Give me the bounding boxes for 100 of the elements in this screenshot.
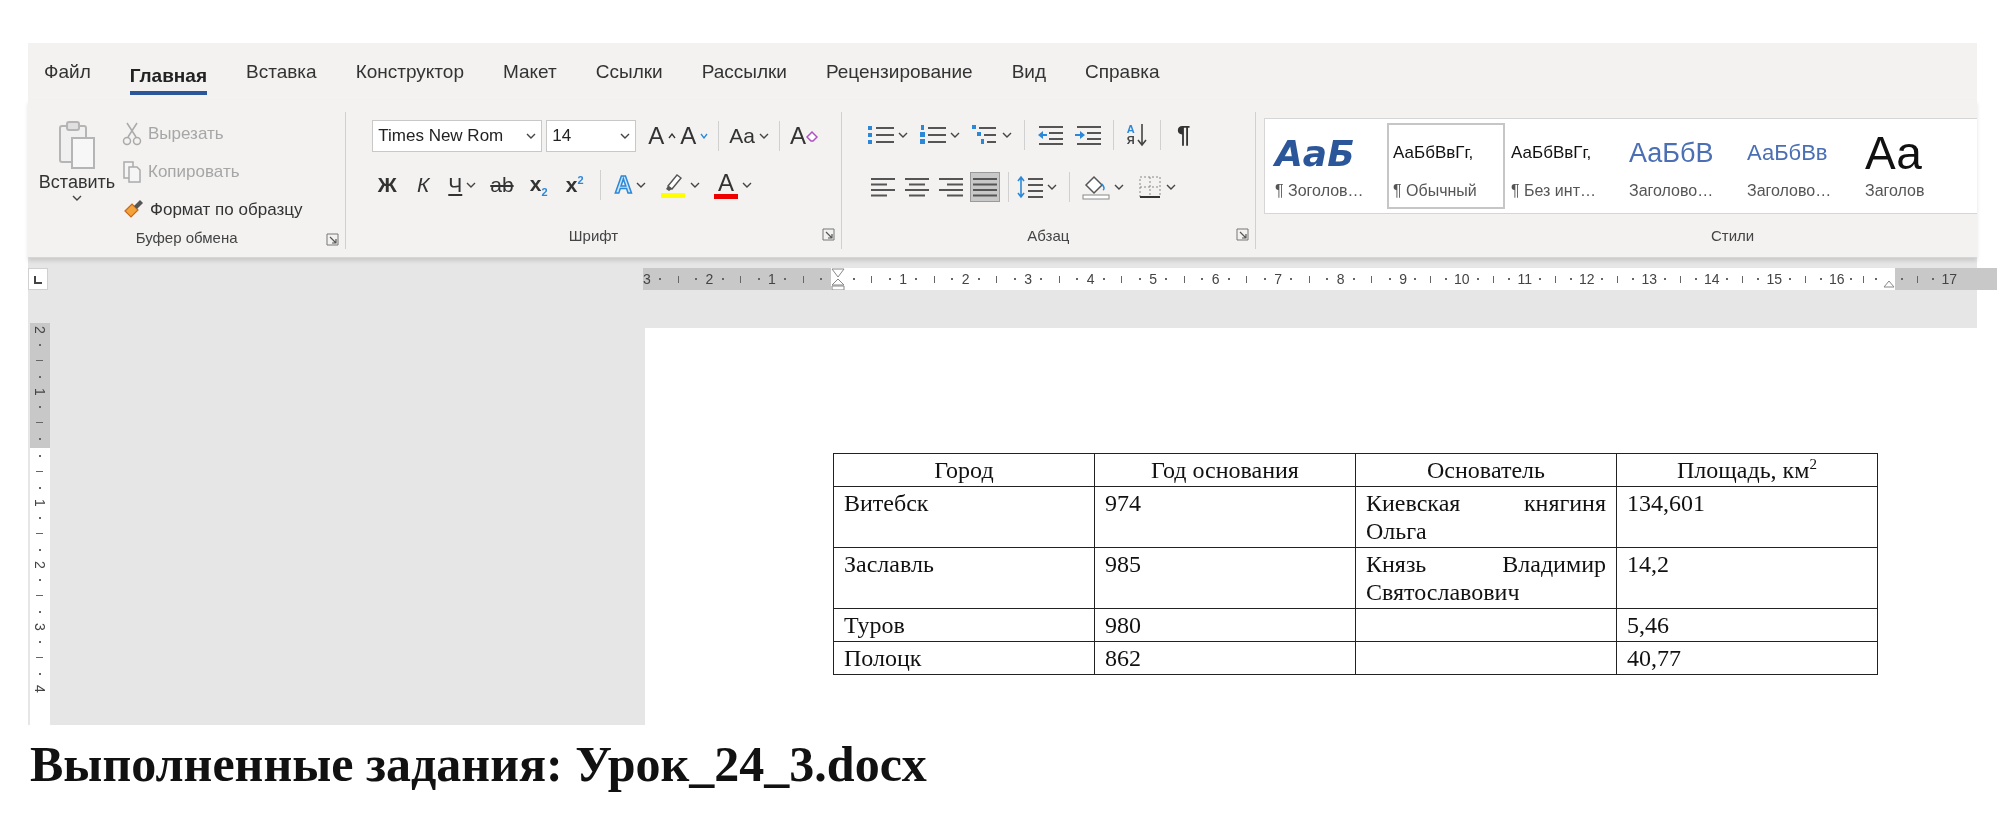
font-color-button[interactable]: A bbox=[713, 170, 752, 200]
change-case-button[interactable]: Aa bbox=[729, 121, 769, 151]
dialog-launcher-icon[interactable] bbox=[1236, 228, 1249, 241]
align-center-icon bbox=[904, 177, 929, 197]
style-item[interactable]: Аа Заголов bbox=[1859, 123, 1977, 209]
tab-selector-icon[interactable] bbox=[28, 268, 48, 290]
table-cell: Киевская княгиня Ольга bbox=[1355, 486, 1617, 548]
caret-icon bbox=[1113, 184, 1124, 190]
caret-icon bbox=[526, 133, 537, 139]
format-button[interactable]: x$_{2}$ bbox=[527, 170, 550, 200]
format-button[interactable]: x$^{2}$ bbox=[563, 170, 586, 200]
column-header: Основатель bbox=[1355, 453, 1617, 487]
style-item[interactable]: АаБбВв Заголово… bbox=[1741, 123, 1859, 209]
shrink-font-button[interactable]: A bbox=[680, 121, 709, 151]
ruler-number: 8 bbox=[1336, 271, 1345, 287]
multilevel-list-icon bbox=[971, 124, 998, 146]
align-button[interactable] bbox=[969, 172, 1000, 202]
table-cell: 862 bbox=[1094, 641, 1356, 675]
font-size-field[interactable]: 14 bbox=[546, 120, 637, 152]
ribbon-tab[interactable]: Рассылки bbox=[701, 54, 787, 89]
ribbon-tab[interactable]: Макет bbox=[502, 54, 557, 89]
format-button[interactable]: Ч bbox=[448, 170, 477, 200]
column-header: Год основания bbox=[1094, 453, 1356, 487]
ribbon-tab[interactable]: Справка bbox=[1085, 54, 1160, 89]
column-header: Площадь, км$^{2}$ bbox=[1616, 453, 1878, 487]
ruler-number: 3 bbox=[643, 271, 651, 287]
table-cell: Заславль bbox=[833, 547, 1095, 609]
scissors-icon bbox=[122, 122, 142, 146]
grow-font-button[interactable]: A bbox=[648, 121, 677, 151]
table-cell: Витебск bbox=[833, 486, 1095, 548]
sort-button[interactable]: А Я bbox=[1125, 120, 1148, 150]
ruler-number: 4 bbox=[1086, 271, 1095, 287]
clipboard-icon bbox=[57, 120, 97, 170]
ruler-number: 3 bbox=[1024, 271, 1032, 287]
style-item[interactable]: АаБ ¶ Зоголов… bbox=[1269, 123, 1387, 209]
table-cell: 5,46 bbox=[1616, 608, 1878, 642]
caret-icon bbox=[635, 182, 646, 188]
ruler-number: 2 bbox=[33, 561, 47, 569]
dialog-launcher-icon[interactable] bbox=[821, 228, 835, 241]
ruler-number: 12 bbox=[1578, 271, 1595, 287]
table-cell: 134,601 bbox=[1616, 486, 1878, 548]
clear-formatting-button[interactable]: A bbox=[790, 121, 818, 151]
paste-button[interactable]: Вставить bbox=[38, 120, 116, 226]
format-button[interactable]: Ж bbox=[376, 170, 399, 200]
font-name-field[interactable]: Times New Rom bbox=[372, 120, 543, 152]
ribbon-tab[interactable]: Вид bbox=[1011, 54, 1046, 89]
line-spacing-icon bbox=[1016, 175, 1043, 199]
ribbon-tab[interactable]: Рецензирование bbox=[825, 54, 973, 89]
group-label: Шрифт bbox=[568, 226, 619, 244]
caret-icon bbox=[949, 132, 960, 138]
ruler-number: 14 bbox=[1703, 271, 1720, 287]
caret-icon bbox=[689, 182, 700, 188]
caret-icon bbox=[1046, 184, 1057, 190]
ruler-number: 3 bbox=[33, 623, 47, 631]
format-button[interactable]: ab bbox=[490, 170, 514, 200]
ribbon-tab[interactable]: Вставка bbox=[246, 54, 317, 89]
column-header: Город bbox=[833, 453, 1095, 487]
show-marks-button[interactable]: ¶ bbox=[1172, 120, 1195, 150]
caret-icon bbox=[897, 132, 908, 138]
caret-icon bbox=[466, 182, 477, 188]
ruler-number: 7 bbox=[1274, 271, 1282, 287]
ribbon-tab[interactable]: Главная bbox=[129, 58, 207, 95]
table-cell: 980 bbox=[1094, 608, 1356, 642]
ruler-number: 11 bbox=[1517, 271, 1532, 287]
caret-icon bbox=[1165, 184, 1176, 190]
style-item[interactable]: АаБбВвГг, ¶ Обычный bbox=[1387, 123, 1505, 209]
ribbon-tab[interactable]: Ссылки bbox=[595, 54, 663, 89]
format-button[interactable]: К bbox=[412, 170, 435, 200]
table-cell: 40,77 bbox=[1616, 641, 1878, 675]
align-right-icon bbox=[938, 177, 963, 197]
caption-text: Выполненные задания: Урок_24_3.docx bbox=[30, 736, 927, 792]
ruler-number: 9 bbox=[1399, 271, 1407, 287]
ruler-number: 1 bbox=[768, 271, 776, 287]
caret-icon bbox=[620, 133, 631, 139]
align-justify-icon bbox=[972, 177, 997, 197]
ruler-number: 2 bbox=[961, 271, 970, 287]
ruler-number: 10 bbox=[1453, 271, 1470, 287]
ruler-number: 1 bbox=[33, 388, 47, 396]
dialog-launcher-icon[interactable] bbox=[326, 233, 340, 246]
caret-icon bbox=[72, 195, 82, 201]
ruler-number: 4 bbox=[33, 685, 47, 693]
style-item[interactable]: АаБбВ Заголово… bbox=[1623, 123, 1741, 209]
ribbon-tab[interactable]: Конструктор bbox=[355, 54, 464, 89]
caret-icon bbox=[759, 133, 769, 139]
clipboard-button[interactable]: Формат по образцу bbox=[122, 194, 303, 226]
decrease-indent-icon bbox=[1036, 124, 1063, 146]
table-cell: Князь Владимир Святославович bbox=[1355, 547, 1617, 609]
eraser-icon bbox=[806, 130, 818, 142]
table-cell: Туров bbox=[833, 608, 1095, 642]
ruler-number: 2 bbox=[705, 271, 714, 287]
group-label: Стили bbox=[1711, 226, 1755, 244]
ribbon-tab[interactable]: Файл bbox=[44, 54, 91, 89]
group-label: Буфер обмена bbox=[135, 229, 238, 246]
ruler-number: 1 bbox=[899, 271, 907, 287]
bulleted-list-icon bbox=[867, 124, 894, 146]
table-cell: 14,2 bbox=[1616, 547, 1878, 609]
indent-marker-icon[interactable] bbox=[830, 268, 845, 290]
style-item[interactable]: АаБбВвГг, ¶ Без инт… bbox=[1505, 123, 1623, 209]
copy-icon bbox=[122, 160, 142, 184]
ruler-number: 15 bbox=[1766, 271, 1782, 287]
